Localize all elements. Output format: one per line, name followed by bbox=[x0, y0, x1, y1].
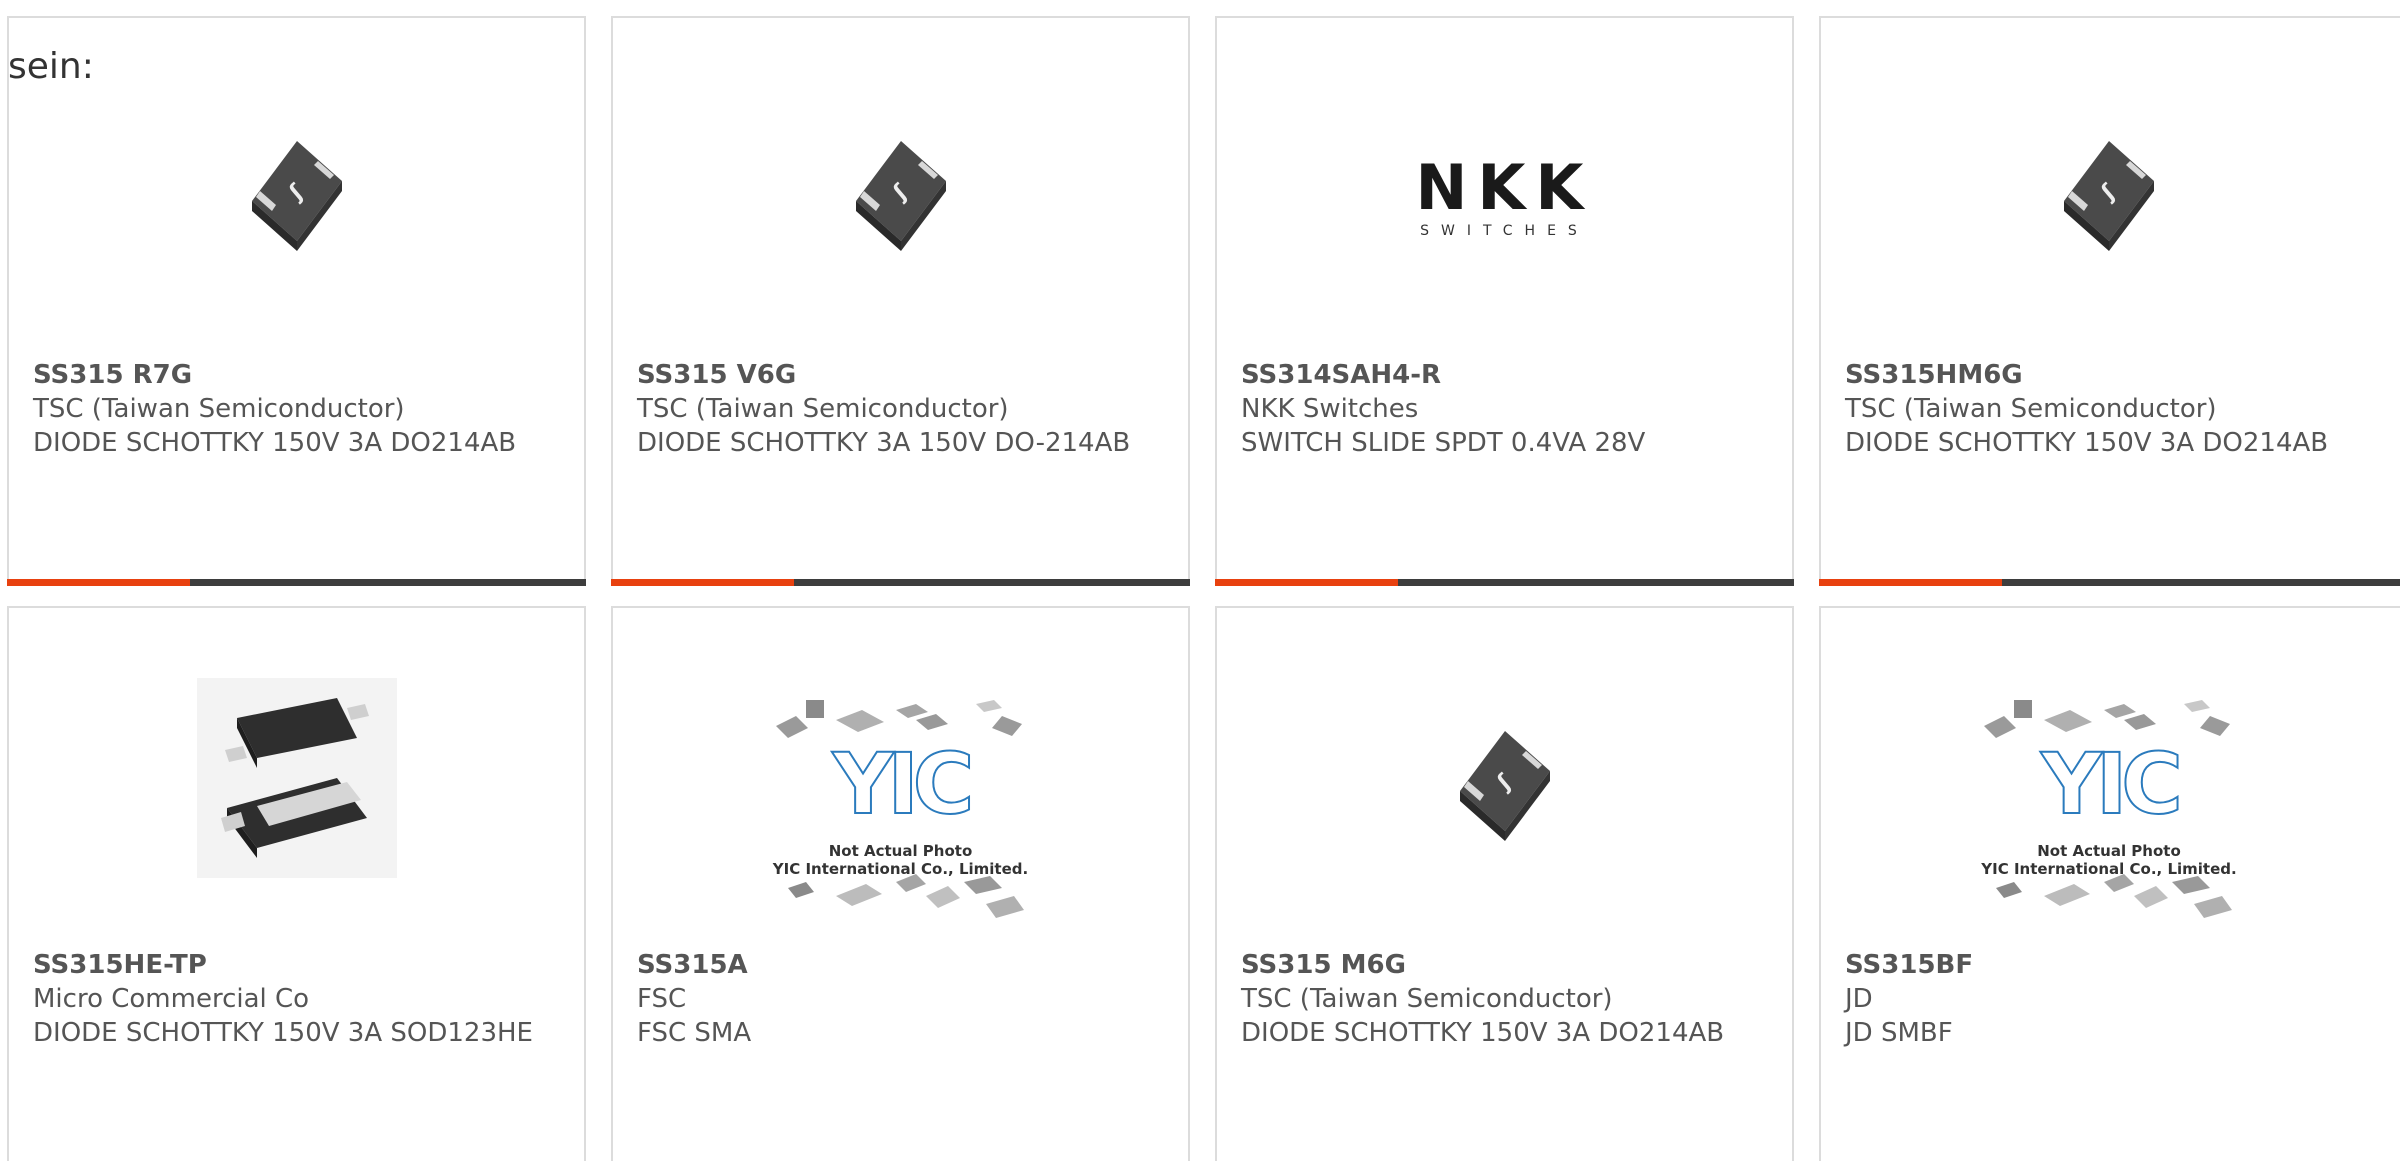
part-number[interactable]: SS315BF bbox=[1845, 948, 2387, 982]
part-number[interactable]: SS315HE-TP bbox=[33, 948, 564, 982]
manufacturer: TSC (Taiwan Semiconductor) bbox=[33, 394, 405, 424]
description: DIODE SCHOTTKY 150V 3A DO214AB bbox=[1845, 428, 2329, 458]
description: JD SMBF bbox=[1845, 1018, 1953, 1048]
product-card[interactable]: ʃ SS315 R7G TSC (Taiwan Semiconductor) D… bbox=[7, 16, 586, 586]
manufacturer: TSC (Taiwan Semiconductor) bbox=[1845, 394, 2217, 424]
product-image: ʃ bbox=[613, 118, 1188, 268]
manufacturer: JD bbox=[1845, 984, 1873, 1014]
product-card[interactable]: ʃ SS315HM6G TSC (Taiwan Semiconductor) D… bbox=[1819, 16, 2400, 586]
card-accent-bar bbox=[7, 579, 586, 586]
part-number[interactable]: SS314SAH4-R bbox=[1241, 358, 1772, 392]
product-image: ʃ bbox=[9, 118, 584, 268]
manufacturer: TSC (Taiwan Semiconductor) bbox=[1241, 984, 1613, 1014]
yic-placeholder-image: YIC Not Actual Photo YIC International C… bbox=[766, 696, 1036, 936]
product-card[interactable]: YIC Not Actual Photo YIC International C… bbox=[611, 606, 1190, 1161]
placeholder-caption-line2: YIC International Co., Limited. bbox=[1981, 860, 2237, 878]
product-image bbox=[9, 678, 584, 878]
logo-subtext: SWITCHES bbox=[1420, 223, 1589, 239]
product-image: YIC Not Actual Photo YIC International C… bbox=[1821, 696, 2397, 936]
placeholder-caption-line1: Not Actual Photo bbox=[828, 842, 973, 860]
nkk-switches-logo: NKK SWITCHES bbox=[1415, 151, 1594, 240]
description: DIODE SCHOTTKY 3A 150V DO-214AB bbox=[637, 428, 1131, 458]
product-card[interactable]: NKK SWITCHES SS314SAH4-R NKK Switches SW… bbox=[1215, 16, 1794, 586]
placeholder-caption-line2: YIC International Co., Limited. bbox=[772, 860, 1029, 878]
product-image: ʃ bbox=[1821, 118, 2397, 268]
product-grid-page: sein: ʃ SS315 R7G TSC (Taiwan Semiconduc… bbox=[0, 0, 2400, 1161]
part-number[interactable]: SS315 R7G bbox=[33, 358, 564, 392]
logo-text: NKK bbox=[1415, 151, 1594, 224]
yic-placeholder-image: YIC Not Actual Photo YIC International C… bbox=[1974, 696, 2244, 936]
diode-package-icon: ʃ bbox=[2064, 141, 2154, 251]
card-accent-bar bbox=[611, 579, 1190, 586]
diode-package-icon: ʃ bbox=[855, 141, 946, 251]
part-number[interactable]: SS315 M6G bbox=[1241, 948, 1772, 982]
product-image: ʃ bbox=[1217, 708, 1792, 858]
description: DIODE SCHOTTKY 150V 3A DO214AB bbox=[1241, 1018, 1725, 1048]
manufacturer: Micro Commercial Co bbox=[33, 984, 310, 1014]
sod123he-package-icon bbox=[196, 678, 397, 878]
manufacturer: NKK Switches bbox=[1241, 394, 1419, 424]
product-card[interactable]: ʃ SS315 V6G TSC (Taiwan Semiconductor) D… bbox=[611, 16, 1190, 586]
product-image: YIC Not Actual Photo YIC International C… bbox=[613, 696, 1188, 936]
product-card[interactable]: YIC Not Actual Photo YIC International C… bbox=[1819, 606, 2400, 1161]
product-image: NKK SWITCHES bbox=[1217, 148, 1792, 248]
part-number[interactable]: SS315HM6G bbox=[1845, 358, 2387, 392]
product-card[interactable]: SS315HE-TP Micro Commercial Co DIODE SCH… bbox=[7, 606, 586, 1161]
part-number[interactable]: SS315A bbox=[637, 948, 1168, 982]
diode-package-icon: ʃ bbox=[251, 141, 342, 251]
card-accent-bar bbox=[1819, 579, 2400, 586]
description: SWITCH SLIDE SPDT 0.4VA 28V bbox=[1241, 428, 1646, 458]
part-number[interactable]: SS315 V6G bbox=[637, 358, 1168, 392]
description: DIODE SCHOTTKY 150V 3A SOD123HE bbox=[33, 1018, 533, 1048]
placeholder-caption-line1: Not Actual Photo bbox=[2037, 842, 2181, 860]
manufacturer: FSC bbox=[637, 984, 687, 1014]
description: DIODE SCHOTTKY 150V 3A DO214AB bbox=[33, 428, 517, 458]
intro-text: sein: bbox=[8, 46, 94, 87]
product-card[interactable]: ʃ SS315 M6G TSC (Taiwan Semiconductor) D… bbox=[1215, 606, 1794, 1161]
diode-package-icon: ʃ bbox=[1459, 731, 1550, 841]
manufacturer: TSC (Taiwan Semiconductor) bbox=[637, 394, 1009, 424]
description: FSC SMA bbox=[637, 1018, 752, 1048]
card-accent-bar bbox=[1215, 579, 1794, 586]
